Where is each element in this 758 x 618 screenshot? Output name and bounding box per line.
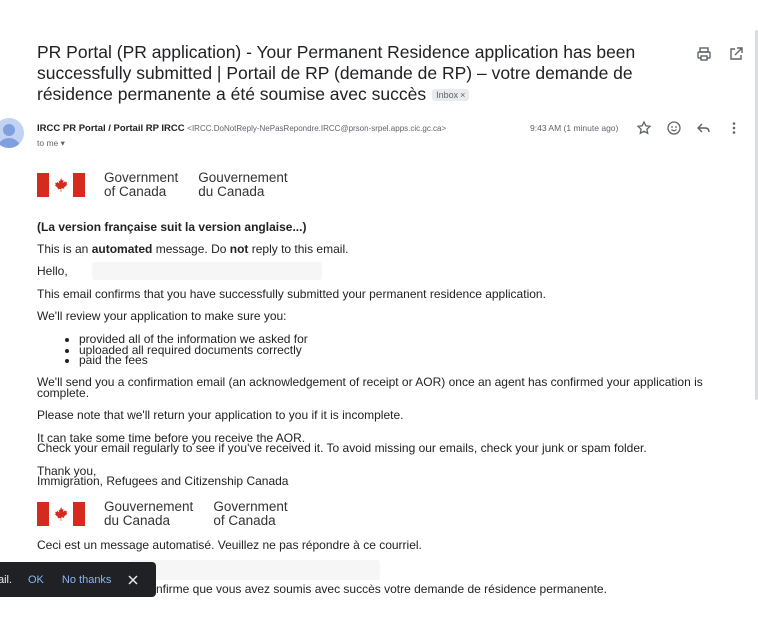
french-confirmation-text: nfirme que vous avez soumis avec succès … bbox=[156, 582, 607, 596]
more-options-icon[interactable] bbox=[726, 120, 742, 136]
french-version-note: (La version française suit la version an… bbox=[37, 220, 307, 234]
subject-actions bbox=[696, 46, 744, 62]
notification-snackbar: ail. OK No thanks bbox=[0, 562, 156, 597]
close-icon[interactable] bbox=[128, 574, 138, 585]
review-intro: We'll review your application to make su… bbox=[37, 309, 287, 323]
confirmation-text: This email confirms that you have succes… bbox=[37, 287, 546, 301]
wordmark-french-name: Gouvernement du Canada bbox=[104, 499, 194, 528]
redacted-name bbox=[130, 560, 380, 580]
wordmark-english-name: Government of Canada bbox=[213, 499, 288, 528]
check-email-note: Check your email regularly to see if you… bbox=[37, 441, 647, 455]
sender-line: IRCC PR Portal / Portail RP IRCC <IRCC.D… bbox=[37, 123, 446, 134]
no-thanks-button[interactable]: No thanks bbox=[62, 574, 112, 586]
sender-name[interactable]: IRCC PR Portal / Portail RP IRCC bbox=[37, 123, 185, 134]
snackbar-text: ail. bbox=[0, 573, 13, 586]
email-subject: PR Portal (PR application) - Your Perman… bbox=[37, 42, 697, 105]
open-in-new-window-icon[interactable] bbox=[728, 46, 744, 62]
inbox-label[interactable]: Inbox × bbox=[432, 89, 470, 101]
ok-button[interactable]: OK bbox=[28, 574, 44, 586]
aor-notice-line2: complete. bbox=[37, 386, 90, 400]
canada-flag-icon bbox=[37, 173, 85, 197]
canada-wordmark-french: Gouvernement du Canada Government of Can… bbox=[37, 500, 288, 528]
print-icon[interactable] bbox=[696, 46, 712, 62]
emoji-reaction-icon[interactable] bbox=[666, 120, 682, 136]
canada-flag-icon bbox=[37, 502, 85, 526]
subject-text: PR Portal (PR application) - Your Perman… bbox=[37, 42, 636, 104]
remove-label-button[interactable]: × bbox=[460, 90, 465, 100]
french-automated-notice: Ceci est un message automatisé. Veuillez… bbox=[37, 538, 422, 552]
greeting: Hello, bbox=[37, 264, 68, 278]
star-icon[interactable] bbox=[636, 120, 652, 136]
email-timestamp: 9:43 AM (1 minute ago) bbox=[530, 123, 619, 133]
message-actions bbox=[636, 120, 742, 136]
redacted-name bbox=[92, 262, 322, 280]
automated-notice: This is an automated message. Do not rep… bbox=[37, 242, 349, 256]
sender-address: <IRCC.DoNotReply-NePasRepondre.IRCC@prso… bbox=[187, 124, 447, 133]
aor-notice-line1: We'll send you a confirmation email (an … bbox=[37, 375, 703, 389]
department-name: Immigration, Refugees and Citizenship Ca… bbox=[37, 474, 289, 488]
canada-wordmark-english: Government of Canada Gouvernement du Can… bbox=[37, 171, 288, 199]
inbox-label-text: Inbox bbox=[436, 90, 459, 100]
sender-avatar[interactable] bbox=[0, 118, 24, 148]
incomplete-notice: Please note that we'll return your appli… bbox=[37, 408, 404, 422]
reply-icon[interactable] bbox=[696, 120, 712, 136]
recipient-details-toggle[interactable]: to me ▾ bbox=[37, 138, 65, 149]
review-checklist: provided all of the information we asked… bbox=[37, 333, 308, 365]
wordmark-french-name: Gouvernement du Canada bbox=[198, 170, 288, 199]
list-item: paid the fees bbox=[79, 354, 308, 365]
wordmark-english-name: Government of Canada bbox=[104, 170, 179, 199]
